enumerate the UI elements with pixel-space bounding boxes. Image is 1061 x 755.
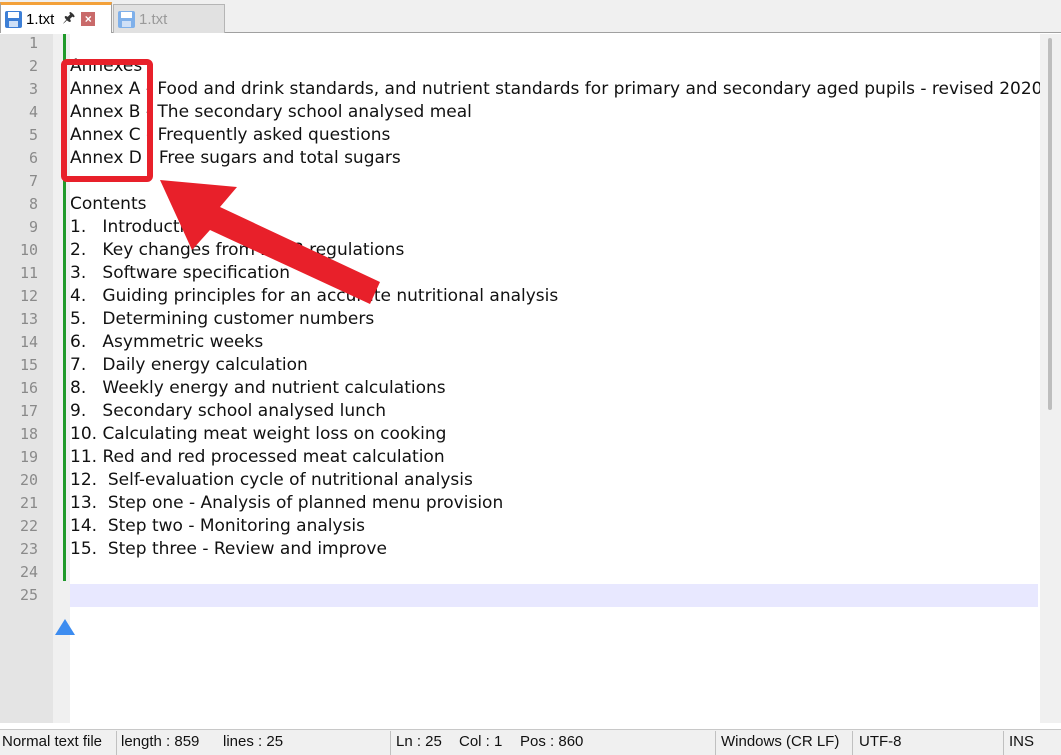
text-editor[interactable]: 1 2 3 4 5 6 7 8 9 10 11 12 13 14 15 16 17 18 19 20 21 22 23 24 2… (0, 34, 1061, 723)
text-line[interactable]: 2. Key changes from 2008 regulations (70, 239, 404, 262)
line-number: 9 (28, 218, 38, 236)
current-line-highlight (70, 584, 1038, 607)
line-number: 8 (28, 195, 38, 213)
text-line[interactable]: Annex D - Free sugars and total sugars (70, 147, 401, 170)
blue-triangle-marker-icon (55, 619, 75, 635)
text-line[interactable]: 8. Weekly energy and nutrient calculatio… (70, 377, 446, 400)
status-file-type: Normal text file (2, 733, 103, 750)
text-line[interactable]: Annex B - The secondary school analysed … (70, 101, 472, 124)
text-line[interactable]: 10. Calculating meat weight loss on cook… (70, 423, 446, 446)
text-line[interactable]: Contents (70, 193, 146, 216)
text-line[interactable]: 1. Introduction (70, 216, 205, 239)
line-number: 1 (28, 34, 38, 52)
tab-1-txt-inactive[interactable]: 1.txt (113, 4, 225, 33)
text-line[interactable]: Annex A - Food and drink standards, and … (70, 78, 1043, 101)
save-icon (118, 10, 135, 28)
line-number: 19 (19, 448, 38, 466)
text-line[interactable]: 12. Self-evaluation cycle of nutritional… (70, 469, 473, 492)
status-col: Col : 1 (459, 733, 503, 750)
line-number: 4 (28, 103, 38, 121)
line-number: 17 (19, 402, 38, 420)
line-number: 11 (19, 264, 38, 282)
status-encoding[interactable]: UTF-8 (859, 733, 902, 750)
status-pos: Pos : 860 (520, 733, 584, 750)
line-number: 7 (28, 172, 38, 190)
status-bar: Normal text file length : 859 lines : 25… (0, 729, 1061, 755)
text-line[interactable]: Annexes (70, 55, 142, 78)
change-history-bar (63, 34, 66, 581)
text-line[interactable]: 7. Daily energy calculation (70, 354, 308, 377)
tab-bar: 1.txt 🖈︎ × 1.txt (0, 0, 1061, 33)
text-line[interactable]: Annex C - Frequently asked questions (70, 124, 390, 147)
line-number: 15 (19, 356, 38, 374)
text-line[interactable]: 3. Software specification (70, 262, 290, 285)
line-number: 6 (28, 149, 38, 167)
line-number: 25 (19, 586, 38, 604)
line-number: 24 (19, 563, 38, 581)
line-number: 14 (19, 333, 38, 351)
line-number: 3 (28, 80, 38, 98)
text-line[interactable]: 13. Step one - Analysis of planned menu … (70, 492, 503, 515)
line-number-gutter: 1 2 3 4 5 6 7 8 9 10 11 12 13 14 15 16 17 18 19 20 21 22 23 24 2… (0, 34, 53, 723)
text-line[interactable]: 5. Determining customer numbers (70, 308, 374, 331)
line-number: 18 (19, 425, 38, 443)
text-line[interactable]: 14. Step two - Monitoring analysis (70, 515, 365, 538)
tab-label: 1.txt (26, 10, 55, 28)
tab-label: 1.txt (139, 10, 168, 28)
text-line[interactable]: 15. Step three - Review and improve (70, 538, 387, 561)
line-number: 22 (19, 517, 38, 535)
line-number: 23 (19, 540, 38, 558)
close-icon[interactable]: × (81, 12, 96, 26)
status-length: length : 859 (121, 733, 200, 750)
save-icon (5, 10, 22, 28)
line-number: 2 (28, 57, 38, 75)
line-number: 12 (19, 287, 38, 305)
text-line[interactable]: 6. Asymmetric weeks (70, 331, 263, 354)
pin-icon[interactable]: 🖈︎ (62, 7, 75, 31)
vertical-scrollbar[interactable] (1040, 34, 1061, 723)
status-insert-mode[interactable]: INS (1009, 733, 1034, 750)
text-line[interactable]: 4. Guiding principles for an accurate nu… (70, 285, 558, 308)
text-line[interactable]: 11. Red and red processed meat calculati… (70, 446, 445, 469)
line-number: 16 (19, 379, 38, 397)
scrollbar-thumb[interactable] (1048, 38, 1052, 410)
line-number: 10 (19, 241, 38, 259)
line-number: 5 (28, 126, 38, 144)
line-number: 20 (19, 471, 38, 489)
line-number: 13 (19, 310, 38, 328)
status-eol[interactable]: Windows (CR LF) (721, 733, 839, 750)
status-ln: Ln : 25 (396, 733, 442, 750)
status-lines: lines : 25 (223, 733, 284, 750)
tab-1-txt-active[interactable]: 1.txt 🖈︎ × (0, 2, 112, 33)
text-line[interactable]: 9. Secondary school analysed lunch (70, 400, 386, 423)
line-number: 21 (19, 494, 38, 512)
